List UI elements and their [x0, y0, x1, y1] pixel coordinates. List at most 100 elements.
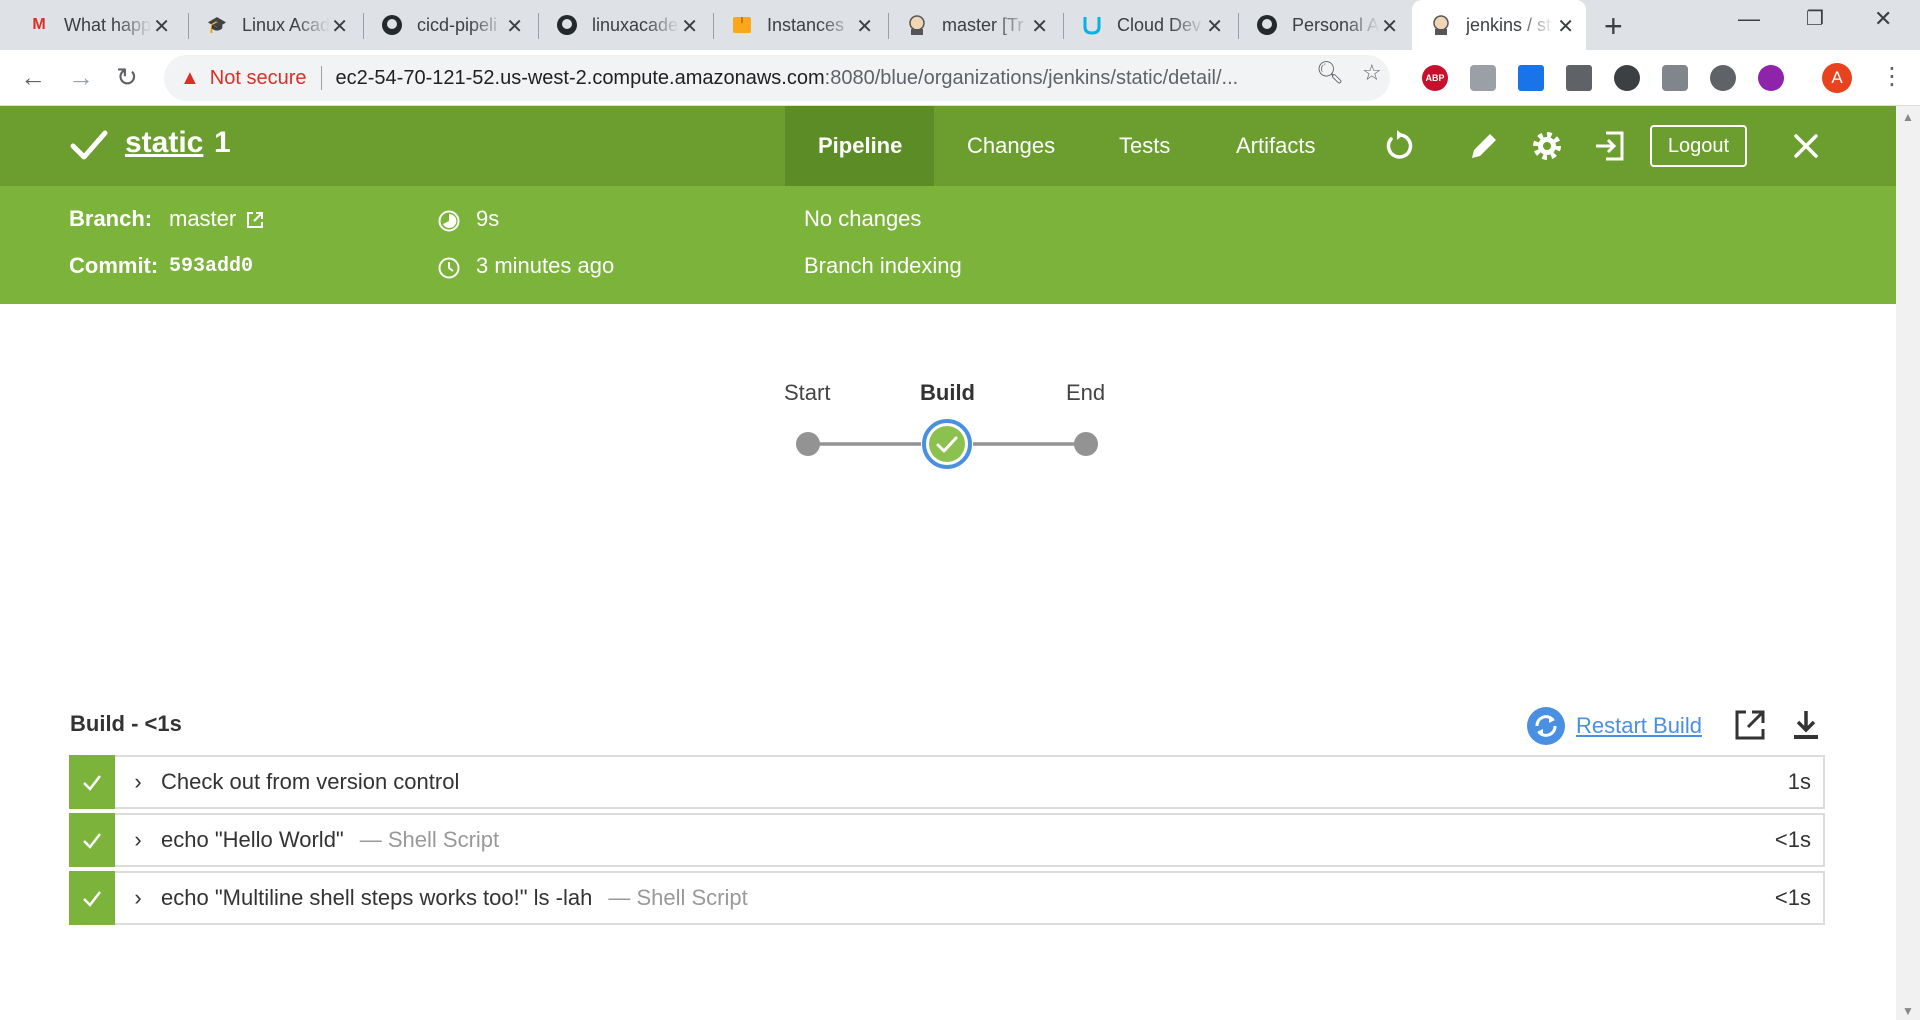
close-icon[interactable] [1788, 128, 1824, 164]
url-path: :8080/blue/organizations/jenkins/static/… [824, 66, 1239, 89]
close-icon[interactable]: ✕ [506, 14, 523, 39]
tab-title: What happ [64, 14, 152, 35]
close-icon[interactable]: ✕ [1206, 14, 1223, 39]
tab-pipeline-label: Pipeline [818, 133, 903, 158]
back-arrow-icon[interactable]: ← [20, 62, 46, 93]
window-extension-icon[interactable] [1518, 65, 1544, 91]
tab-title: cicd-pipeli [417, 14, 498, 35]
success-check-icon [70, 130, 108, 160]
circle-extension-icon[interactable] [1710, 65, 1736, 91]
step-row[interactable]: › echo "Hello World" — Shell Script <1s [69, 813, 1825, 867]
cast-extension-icon[interactable] [1566, 65, 1592, 91]
minimize-icon[interactable]: — [1738, 6, 1760, 32]
step-duration: <1s [1774, 827, 1811, 852]
chevron-right-icon[interactable]: › [115, 885, 161, 911]
chevron-right-icon[interactable]: › [115, 827, 161, 853]
restart-build-button[interactable]: Restart Build [1526, 706, 1702, 746]
step-row[interactable]: › echo "Multiline shell steps works too!… [69, 871, 1825, 925]
step-name: echo "Hello World" [161, 827, 344, 852]
not-secure-label[interactable]: Not secure [210, 67, 307, 90]
github-icon [556, 14, 578, 36]
browser-tab[interactable]: M What happ ✕ [10, 0, 182, 50]
browser-tab[interactable]: 🎓 Linux Acad ✕ [188, 0, 360, 50]
step-status [69, 813, 115, 867]
scroll-up-icon[interactable]: ▲ [1902, 110, 1914, 124]
tab-artifacts-label: Artifacts [1236, 133, 1316, 158]
tab-title: jenkins / st [1466, 14, 1552, 35]
check-icon [83, 891, 101, 907]
window-close-icon[interactable]: ✕ [1874, 6, 1892, 32]
started-time: 3 minutes ago [476, 253, 615, 278]
commit-hash[interactable]: 593add0 [169, 255, 253, 278]
edit-pencil-icon[interactable] [1466, 128, 1502, 164]
stage-label-start: Start [784, 380, 831, 405]
close-icon[interactable]: ✕ [1381, 14, 1398, 39]
jenkins-icon [1430, 14, 1452, 36]
exit-icon[interactable] [1592, 128, 1628, 164]
stage-title: Build - <1s [70, 711, 182, 736]
pipeline-graph: Start Build End [770, 370, 1110, 490]
logout-button[interactable]: Logout [1650, 125, 1747, 167]
branch-value-link[interactable]: master [169, 206, 236, 232]
github-icon [381, 14, 403, 36]
tab-changes[interactable]: Changes [967, 106, 1055, 186]
browser-tab[interactable]: Instances ✕ [713, 0, 885, 50]
tab-tests[interactable]: Tests [1119, 106, 1170, 186]
tab-pipeline[interactable]: Pipeline [785, 106, 934, 186]
run-info-panel: Branch: master Commit: 593add0 9s 3 minu… [0, 186, 1896, 304]
close-icon[interactable]: ✕ [1557, 14, 1574, 39]
step-row[interactable]: › Check out from version control 1s [69, 755, 1825, 809]
zoom-icon[interactable]: 🔍︎ [1316, 60, 1344, 86]
close-icon[interactable]: ✕ [331, 14, 348, 39]
gear-icon[interactable] [1529, 128, 1565, 164]
download-icon[interactable] [1788, 707, 1824, 743]
browser-tab[interactable]: Personal A ✕ [1238, 0, 1410, 50]
new-tab-icon[interactable]: + [1604, 8, 1623, 45]
forward-arrow-icon[interactable]: → [68, 62, 94, 93]
tab-artifacts[interactable]: Artifacts [1236, 106, 1315, 186]
external-link-icon[interactable] [245, 210, 265, 230]
duration-icon [438, 210, 460, 232]
pipeline-graph-canvas [796, 418, 1098, 470]
step-name: echo "Multiline shell steps works too!" … [161, 885, 593, 910]
run-name-link[interactable]: static [125, 126, 203, 160]
stage-label-build[interactable]: Build [920, 380, 975, 406]
briefcase-extension-icon[interactable] [1470, 65, 1496, 91]
chevron-right-icon[interactable]: › [115, 769, 161, 795]
close-icon[interactable]: ✕ [153, 14, 170, 39]
close-icon[interactable]: ✕ [1031, 14, 1048, 39]
camera-extension-icon[interactable] [1662, 65, 1688, 91]
adblock-plus-icon[interactable]: ABP [1422, 65, 1448, 91]
browser-tab[interactable]: linuxacade ✕ [538, 0, 710, 50]
browser-tab[interactable]: master [Tr ✕ [888, 0, 1060, 50]
browser-tab-active[interactable]: jenkins / st ✕ [1412, 0, 1586, 50]
scroll-down-icon[interactable]: ▼ [1902, 1004, 1914, 1018]
open-in-new-icon[interactable] [1732, 707, 1768, 743]
restart-icon [1527, 707, 1565, 745]
tab-tests-label: Tests [1119, 133, 1171, 158]
close-icon[interactable]: ✕ [856, 14, 873, 39]
eye-extension-icon[interactable] [1614, 65, 1640, 91]
purple-extension-icon[interactable] [1758, 65, 1784, 91]
tab-title: linuxacade [592, 14, 679, 35]
reload-icon[interactable]: ↻ [116, 62, 138, 93]
address-bar[interactable]: ▲ Not secure ec2-54-70-121-52.us-west-2.… [164, 55, 1390, 101]
browser-toolbar: ← → ↻ ▲ Not secure ec2-54-70-121-52.us-w… [0, 50, 1920, 106]
bookmark-star-icon[interactable]: ☆ [1362, 60, 1382, 86]
branch-label: Branch: [69, 206, 153, 231]
url-host: ec2-54-70-121-52.us-west-2.compute.amazo… [335, 66, 825, 89]
close-icon[interactable]: ✕ [681, 14, 698, 39]
profile-avatar[interactable]: A [1822, 63, 1852, 93]
restore-icon[interactable]: ❐ [1806, 6, 1824, 31]
aws-box-icon [731, 14, 753, 36]
menu-kebab-icon[interactable]: ⋮ [1880, 62, 1904, 91]
clock-icon [438, 257, 460, 279]
step-name: Check out from version control [161, 769, 460, 794]
browser-tab[interactable]: Cloud Dev ✕ [1063, 0, 1235, 50]
stage-node-build[interactable] [929, 426, 965, 462]
page-scrollbar[interactable]: ▲ ▼ [1896, 106, 1920, 1020]
rerun-icon[interactable] [1381, 128, 1417, 164]
browser-tab[interactable]: cicd-pipeli ✕ [363, 0, 535, 50]
step-duration: 1s [1787, 769, 1811, 794]
tab-title: Cloud Dev [1117, 14, 1202, 35]
